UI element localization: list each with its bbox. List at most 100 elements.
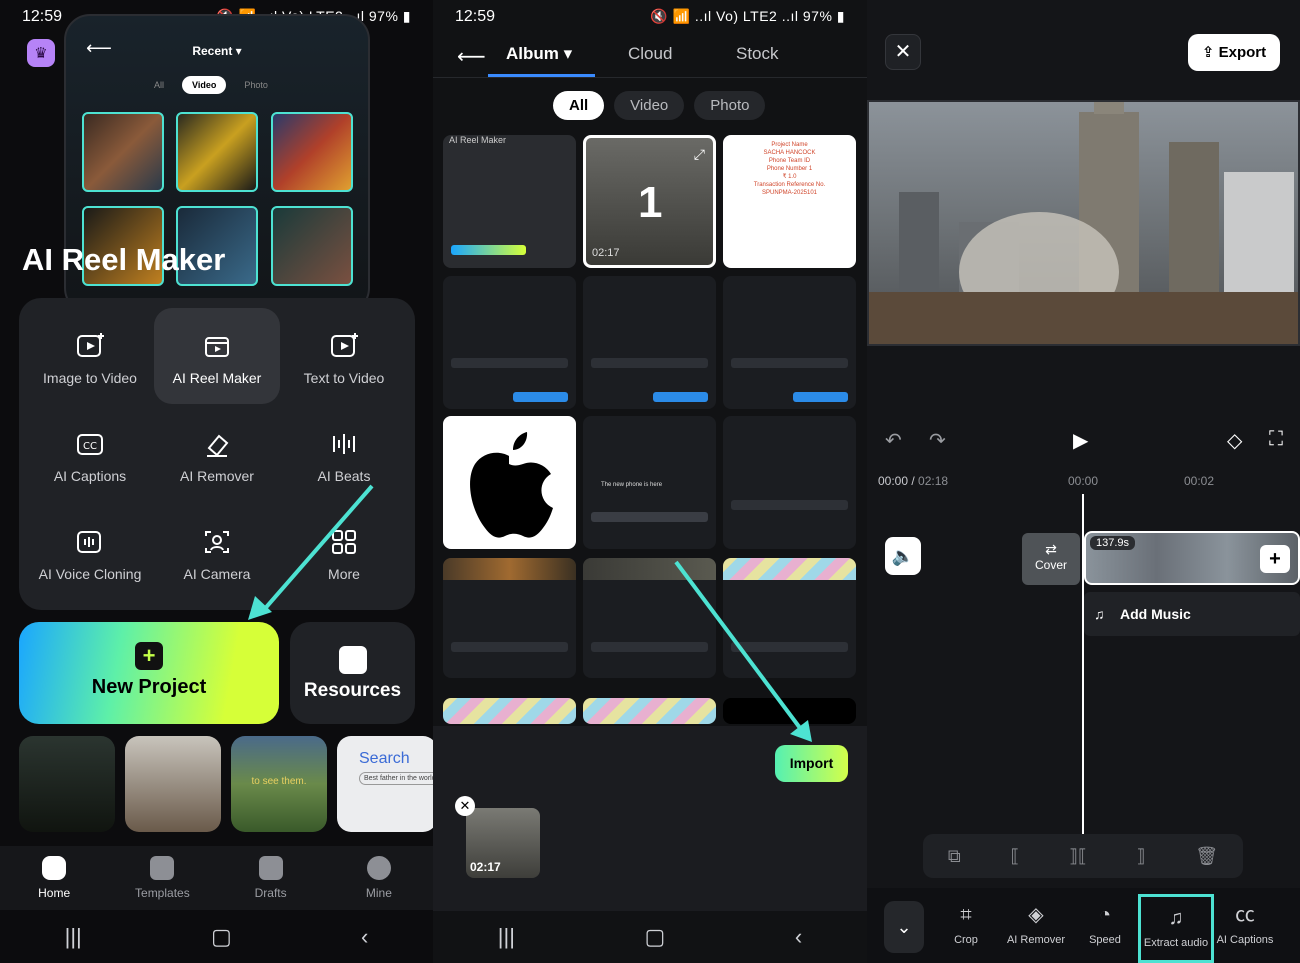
tool-speed[interactable]: ◔ Speed [1070,888,1140,963]
add-music-button[interactable]: ♫ Add Music [1084,592,1300,636]
tab-stock[interactable]: Stock [736,44,779,64]
fullscreen-icon[interactable]: ⛶ [1269,428,1283,451]
tool-more[interactable]: More [281,504,407,600]
tab-mine[interactable]: Mine [339,846,419,910]
chevron-down-icon[interactable]: ⌄ [884,901,924,953]
duplicate-icon[interactable]: ⧉ [948,846,961,867]
tab-templates[interactable]: Templates [122,846,202,910]
mockup-thumbnail [82,112,164,192]
back-arrow-icon[interactable]: ⟵ [457,44,486,69]
receipt-line: Phone Number 1 [766,166,813,172]
close-icon[interactable]: ✕ [885,34,921,70]
template-thumbnail[interactable]: Search Best father in the world [337,736,433,832]
resources-button[interactable]: Resources [290,622,415,724]
split-left-icon[interactable]: ⟦ [1010,846,1019,867]
media-item[interactable] [583,276,716,409]
media-item[interactable] [723,558,856,678]
tool-crop[interactable]: ⌗ Crop [931,888,1001,963]
media-item[interactable]: The new phone is here [583,416,716,549]
undo-icon[interactable]: ↶ [885,428,902,453]
mute-icon[interactable]: 🔈 [885,537,921,575]
media-item[interactable] [723,276,856,409]
tool-ai-captions[interactable]: ㏄ AI Captions [1210,888,1280,963]
crown-icon[interactable]: ♛ [27,39,55,67]
tab-album[interactable]: Album ▾ [506,44,572,64]
mini-button [653,392,708,402]
filter-video[interactable]: Video [614,91,685,120]
back-nav-icon[interactable]: ‹ [795,924,802,950]
mini-new-project [451,245,526,255]
split-right-icon[interactable]: ⟧ [1137,846,1146,867]
media-item-selected[interactable]: 1 02:17 ⤢ [583,135,716,268]
tool-ai-camera[interactable]: AI Camera [154,504,280,600]
ruler-tick: 00:02 [1184,474,1215,488]
media-item[interactable] [443,698,576,724]
new-project-button[interactable]: + New Project [19,622,279,724]
templates-icon [150,856,175,880]
home-nav-icon[interactable]: ▢ [211,924,232,950]
tab-cloud[interactable]: Cloud [628,44,672,64]
cover-button[interactable]: ⇄ Cover [1022,533,1080,585]
editor-screen: ✕ ⇪ Export ↶ ↷ ▶ ◇ ⛶ 00:00 / 02:18 00:00… [867,0,1300,963]
home-screen: 12:59 🔇 📶 ..ıl Vo) LTE2 ..ıl 97% ▮ ♛ ⟵ R… [0,0,433,963]
plus-icon: + [135,642,163,670]
tool-extract-audio[interactable]: ♫ Extract audio [1138,894,1214,963]
media-item[interactable] [443,416,576,549]
template-thumbnail[interactable]: to see them. [231,736,327,832]
export-button[interactable]: ⇪ Export [1188,34,1280,71]
split-icon[interactable]: ⟧⟦ [1069,846,1087,867]
keyframe-icon[interactable]: ◇ [1227,428,1242,453]
status-time: 12:59 [22,8,63,25]
receipt-line: ₹ 1.0 [782,174,797,180]
tool-ai-remover[interactable]: ◈ AI Remover [1001,888,1071,963]
editor-text-input: The new phone is here [601,482,663,488]
tool-ai-beats[interactable]: AI Beats [281,406,407,502]
home-nav-icon[interactable]: ▢ [645,924,666,950]
tab-drafts[interactable]: Drafts [231,846,311,910]
tool-label: Extract audio [1143,937,1209,949]
eraser-icon [207,434,229,457]
media-item[interactable] [583,698,716,724]
mockup-tab-video: Video [182,76,227,94]
tool-ai-captions[interactable]: CC AI Captions [27,406,153,502]
media-item[interactable]: AI Reel Maker [443,135,576,268]
thumbnail-search-text: Search [359,750,410,767]
media-item[interactable]: Project Name SACHA HANCOCK Phone Team ID… [723,135,856,268]
swap-icon: ⇄ [1045,541,1057,557]
video-preview[interactable] [867,100,1300,346]
template-thumbnail[interactable] [19,736,115,832]
time-total: 02:18 [918,474,949,488]
filter-all[interactable]: All [553,91,605,120]
tray-item[interactable]: 02:17 [466,808,540,878]
video-clip[interactable]: 137.9s + [1084,531,1300,585]
back-nav-icon[interactable]: ‹ [361,924,368,950]
selection-order-badge: 1 [638,178,663,227]
status-time: 12:59 [455,8,496,25]
clip-duration: 137.9s [1090,536,1136,550]
tool-text-to-video[interactable]: Text to Video [281,308,407,404]
tab-label: Home [38,886,71,900]
tab-home[interactable]: Home [14,846,94,910]
tool-ai-voice-cloning[interactable]: AI Voice Cloning [27,504,153,600]
remove-icon[interactable]: ✕ [455,796,475,816]
media-item[interactable] [723,416,856,549]
import-button[interactable]: Import [775,745,848,782]
redo-icon[interactable]: ↷ [929,428,946,453]
filter-photo[interactable]: Photo [694,91,766,120]
voice-cloning-icon [77,531,101,553]
media-item[interactable] [723,698,856,724]
tool-ai-remover[interactable]: AI Remover [154,406,280,502]
delete-icon[interactable]: 🗑 [1195,846,1218,867]
recents-nav-icon[interactable]: ||| [498,924,515,950]
tool-ai-reel-maker[interactable]: AI Reel Maker [154,308,280,404]
play-icon[interactable]: ▶ [1073,428,1088,453]
tool-image-to-video[interactable]: Image to Video [27,308,153,404]
media-item[interactable] [583,558,716,678]
recents-nav-icon[interactable]: ||| [65,924,82,950]
template-thumbnail[interactable] [125,736,221,832]
media-item[interactable] [443,276,576,409]
add-clip-button[interactable]: + [1260,545,1290,573]
media-item[interactable] [443,558,576,678]
expand-icon[interactable]: ⤢ [694,146,705,163]
playhead[interactable] [1082,494,1084,834]
